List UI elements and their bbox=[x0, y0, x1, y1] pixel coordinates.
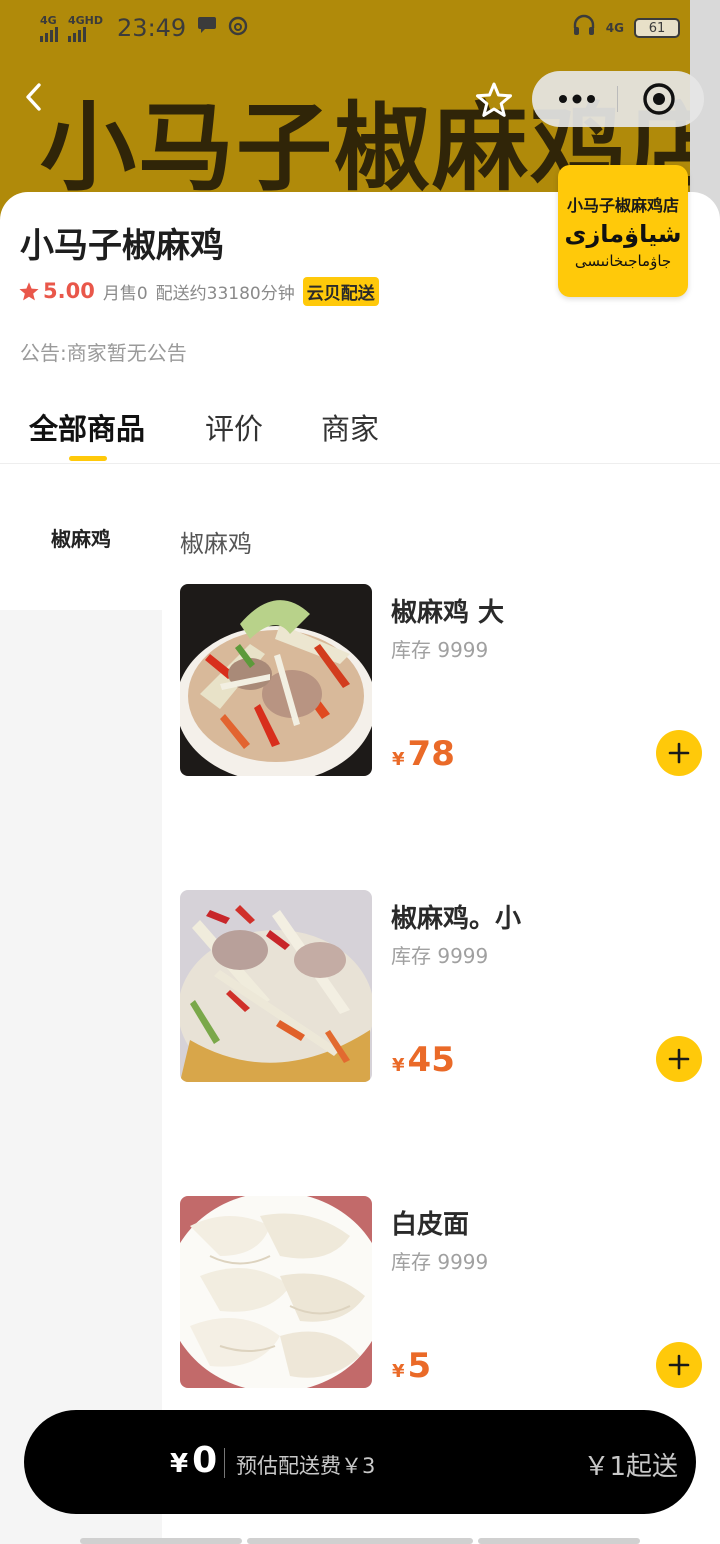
favorite-button[interactable] bbox=[474, 80, 514, 120]
capsule-divider bbox=[617, 86, 619, 112]
product-stock: 库存 9999 bbox=[391, 638, 489, 662]
shop-name: 小马子椒麻鸡 bbox=[20, 226, 224, 266]
star-outline-icon bbox=[476, 82, 512, 117]
target-circle-icon bbox=[643, 83, 675, 115]
nav-gesture-bar bbox=[247, 1538, 473, 1544]
chevron-left-icon bbox=[26, 83, 41, 111]
back-button[interactable] bbox=[18, 80, 50, 114]
signal-bars-icon bbox=[40, 26, 58, 42]
price-currency: ¥ bbox=[392, 1361, 405, 1382]
cart-bar[interactable]: ¥ 0 预估配送费￥3 ￥1起送 bbox=[24, 1410, 696, 1514]
status-right: 4G 61 bbox=[572, 14, 680, 42]
product-image bbox=[180, 890, 372, 1082]
network-type-2: 4GHD bbox=[68, 13, 104, 27]
sidebar-item-jiaomaji[interactable]: 椒麻鸡 bbox=[0, 465, 162, 610]
price-currency: ¥ bbox=[392, 1055, 405, 1076]
product-stock: 库存 9999 bbox=[391, 944, 489, 968]
add-to-cart-button[interactable] bbox=[656, 1036, 702, 1082]
active-tab-indicator bbox=[69, 456, 107, 461]
price-value: 78 bbox=[407, 734, 455, 774]
tab-bar: 全部商品 评价 商家 bbox=[0, 396, 720, 464]
product-image bbox=[180, 584, 372, 776]
monthly-sales: 月售0 bbox=[102, 283, 148, 304]
delivery-badge: 云贝配送 bbox=[302, 276, 379, 306]
signal-bars-icon bbox=[68, 26, 86, 42]
more-dots-icon bbox=[559, 94, 596, 104]
signal-1: 4G bbox=[40, 15, 58, 42]
category-sidebar: 椒麻鸡 bbox=[0, 465, 162, 1544]
close-miniprogram-button[interactable] bbox=[629, 77, 689, 121]
battery-level: 61 bbox=[648, 20, 666, 36]
rating-value: 5.00 bbox=[43, 279, 95, 303]
add-to-cart-button[interactable] bbox=[656, 1342, 702, 1388]
product-item[interactable]: 椒麻鸡。小 库存 9999 ¥ 45 bbox=[162, 890, 720, 1190]
more-button[interactable] bbox=[547, 77, 607, 121]
plus-icon bbox=[668, 1048, 690, 1070]
nav-gesture-bar bbox=[478, 1538, 640, 1544]
product-price: ¥ 5 bbox=[392, 1346, 431, 1386]
logo-uyghur-text-1: شياۋمازى bbox=[564, 220, 682, 248]
product-stock: 库存 9999 bbox=[391, 1250, 489, 1274]
mini-program-capsule bbox=[532, 71, 704, 127]
cart-total-value: 0 bbox=[192, 1440, 218, 1481]
rating: 5.00 bbox=[18, 279, 95, 303]
product-price: ¥ 78 bbox=[392, 734, 455, 774]
price-value: 5 bbox=[407, 1346, 432, 1386]
plus-icon bbox=[668, 742, 690, 764]
minimum-order-button[interactable]: ￥1起送 bbox=[583, 1446, 678, 1483]
plus-icon bbox=[668, 1354, 690, 1376]
status-left: 4G 4GHD 23:49 bbox=[40, 14, 248, 42]
estimated-delivery-fee: 预估配送费￥3 bbox=[236, 1454, 376, 1478]
status-bar: 4G 4GHD 23:49 4G 61 bbox=[0, 10, 720, 46]
product-price: ¥ 45 bbox=[392, 1040, 455, 1080]
network-type-right: 4G bbox=[605, 21, 624, 35]
add-to-cart-button[interactable] bbox=[656, 730, 702, 776]
shop-logo: 小马子椒麻鸡店 شياۋمازى جاۋماجىخانىسى bbox=[558, 165, 688, 297]
tab-reviews[interactable]: 评价 bbox=[205, 406, 263, 448]
tab-all-products[interactable]: 全部商品 bbox=[29, 406, 145, 448]
headphones-icon bbox=[572, 14, 596, 42]
shop-meta-row: 5.00 月售0 配送约33180分钟 云贝配送 bbox=[18, 276, 379, 306]
network-type-1: 4G bbox=[40, 13, 57, 27]
cart-divider bbox=[224, 1448, 225, 1478]
cart-total: ¥ 0 bbox=[170, 1440, 217, 1481]
section-title: 椒麻鸡 bbox=[180, 530, 252, 558]
product-image bbox=[180, 1196, 372, 1388]
clock: 23:49 bbox=[117, 14, 187, 42]
tab-merchant[interactable]: 商家 bbox=[321, 406, 379, 448]
signal-2: 4GHD bbox=[68, 15, 103, 42]
delivery-time: 配送约33180分钟 bbox=[155, 283, 295, 304]
chat-bubble-icon bbox=[196, 14, 218, 42]
star-filled-icon bbox=[19, 281, 39, 300]
nav-gesture-bar bbox=[80, 1538, 242, 1544]
netease-music-icon bbox=[228, 14, 248, 42]
shop-notice: 公告:商家暂无公告 bbox=[20, 341, 187, 365]
product-name: 白皮面 bbox=[391, 1210, 470, 1240]
logo-uyghur-text-2: جاۋماجىخانىسى bbox=[574, 252, 672, 270]
product-name: 椒麻鸡。小 bbox=[391, 904, 522, 934]
logo-chinese-text: 小马子椒麻鸡店 bbox=[566, 196, 679, 215]
price-currency: ¥ bbox=[392, 749, 405, 770]
product-name: 椒麻鸡 大 bbox=[391, 598, 505, 628]
product-item[interactable]: 椒麻鸡 大 库存 9999 ¥ 78 bbox=[162, 584, 720, 884]
battery-icon: 61 bbox=[634, 18, 680, 38]
cart-currency: ¥ bbox=[170, 1449, 189, 1479]
price-value: 45 bbox=[407, 1040, 455, 1080]
